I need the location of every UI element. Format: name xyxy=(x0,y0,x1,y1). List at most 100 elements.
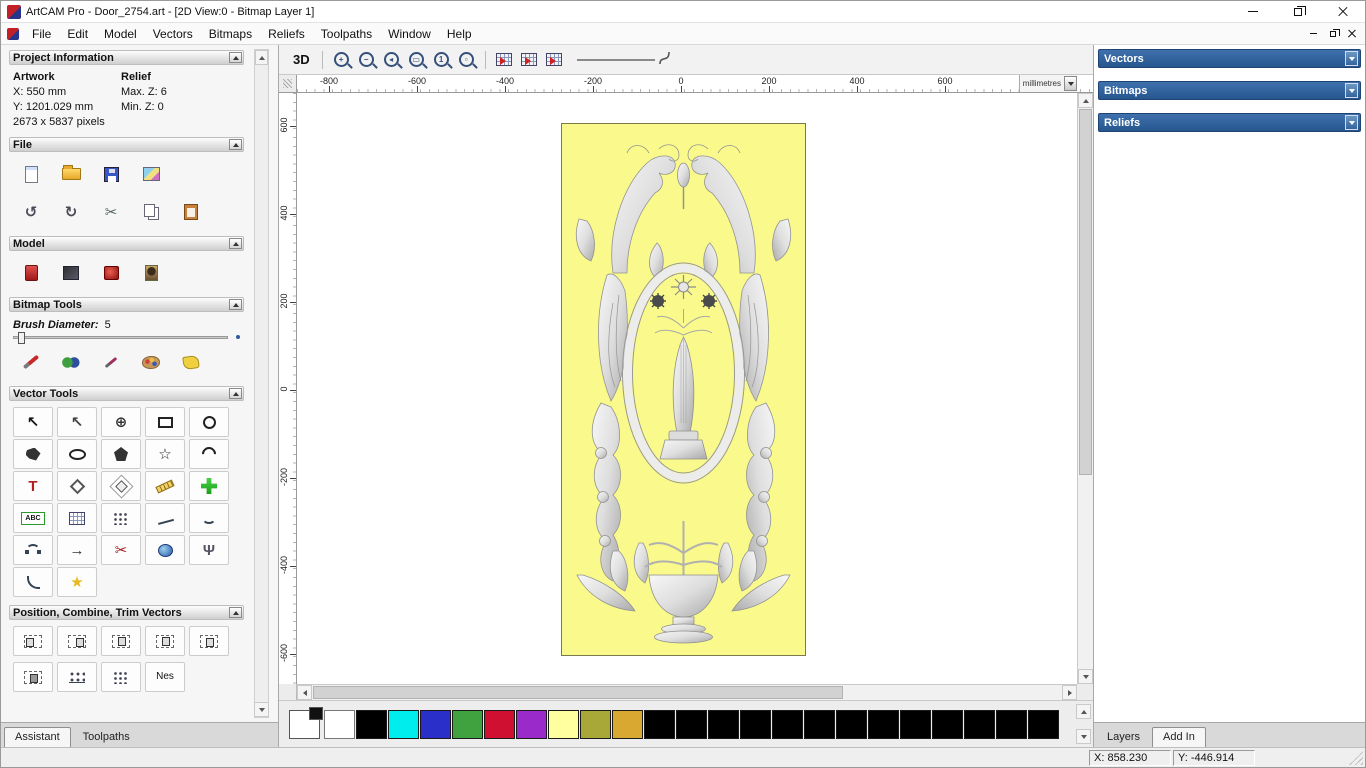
brush-diameter-slider[interactable] xyxy=(13,331,240,344)
preview-relief-layer-icon[interactable] xyxy=(543,48,566,72)
palette-swatch-20[interactable] xyxy=(964,709,995,739)
tab-toolpaths[interactable]: Toolpaths xyxy=(73,728,140,747)
flood-fill-icon[interactable] xyxy=(173,346,209,378)
zoom-window-icon[interactable]: ▭ xyxy=(405,48,428,72)
palette-swatch-13[interactable] xyxy=(740,709,771,739)
close-button[interactable] xyxy=(1320,1,1365,22)
palette-swatch-17[interactable] xyxy=(868,709,899,739)
vertical-scrollbar[interactable] xyxy=(1077,93,1093,684)
menu-item-file[interactable]: File xyxy=(24,24,59,44)
palette-swatch-18[interactable] xyxy=(900,709,931,739)
palette-swatch-10[interactable] xyxy=(644,709,675,739)
palette-swatch-11[interactable] xyxy=(676,709,707,739)
create-text-icon[interactable]: T xyxy=(13,471,53,501)
text-on-curve-icon[interactable] xyxy=(57,471,97,501)
measure-tool-icon[interactable] xyxy=(145,471,185,501)
palette-swatch-22[interactable] xyxy=(1028,709,1059,739)
scroll-down-icon[interactable] xyxy=(1078,669,1093,684)
toggle-vector-view-icon[interactable] xyxy=(518,48,541,72)
tab-layers[interactable]: Layers xyxy=(1097,728,1150,747)
node-editing-icon[interactable]: ↖ xyxy=(57,407,97,437)
align-top-icon[interactable] xyxy=(101,626,141,656)
collapse-section-icon[interactable] xyxy=(229,238,242,249)
colour-palette-icon[interactable] xyxy=(133,346,169,378)
palette-swatch-12[interactable] xyxy=(708,709,739,739)
slider-handle[interactable] xyxy=(18,331,25,344)
offset-vector-icon[interactable] xyxy=(101,471,141,501)
collapse-section-icon[interactable] xyxy=(229,139,242,150)
menu-item-window[interactable]: Window xyxy=(380,24,439,44)
zoom-out-icon[interactable]: − xyxy=(355,48,378,72)
zoom-in-icon[interactable]: + xyxy=(330,48,353,72)
vectors-dropdown-icon[interactable] xyxy=(1345,51,1358,66)
scroll-up-icon[interactable] xyxy=(255,50,268,65)
tab-add-in[interactable]: Add In xyxy=(1152,727,1206,747)
menu-item-model[interactable]: Model xyxy=(96,24,145,44)
assistant-scrollbar[interactable] xyxy=(254,49,269,718)
palette-swatch-2[interactable] xyxy=(388,709,419,739)
menu-item-toolpaths[interactable]: Toolpaths xyxy=(313,24,380,44)
vector-tools-header[interactable]: Vector Tools xyxy=(9,386,244,401)
create-arc-icon[interactable] xyxy=(189,439,229,469)
join-vectors-icon[interactable] xyxy=(13,535,53,565)
create-freeform-icon[interactable] xyxy=(13,439,53,469)
new-model-icon[interactable] xyxy=(13,158,49,190)
block-nest-icon[interactable] xyxy=(101,662,141,692)
vector-profile-icon[interactable]: Ψ xyxy=(189,535,229,565)
create-circle-icon[interactable] xyxy=(189,407,229,437)
palette-swatch-21[interactable] xyxy=(996,709,1027,739)
scroll-down-icon[interactable] xyxy=(1076,729,1091,744)
align-right-icon[interactable] xyxy=(57,626,97,656)
minimize-button[interactable] xyxy=(1230,1,1275,22)
palette-swatch-14[interactable] xyxy=(772,709,803,739)
menu-item-bitmaps[interactable]: Bitmaps xyxy=(201,24,260,44)
create-ellipse-icon[interactable] xyxy=(57,439,97,469)
set-model-size-icon[interactable] xyxy=(13,257,49,289)
palette-swatch-16[interactable] xyxy=(836,709,867,739)
palette-swatch-19[interactable] xyxy=(932,709,963,739)
cut-icon[interactable]: ✂ xyxy=(93,196,129,228)
paste-along-curve-icon[interactable] xyxy=(57,662,97,692)
bitmap-contrast-slider[interactable] xyxy=(576,58,655,61)
vectors-layer-bar[interactable]: Vectors xyxy=(1098,49,1361,68)
palette-swatch-8[interactable] xyxy=(580,709,611,739)
horizontal-scroll-thumb[interactable] xyxy=(313,686,844,699)
scroll-right-icon[interactable] xyxy=(1062,685,1077,700)
palette-swatch-4[interactable] xyxy=(452,709,483,739)
vector-text-icon[interactable]: ABC xyxy=(13,503,53,533)
fillet-vectors-icon[interactable] xyxy=(13,567,53,597)
palette-swatch-3[interactable] xyxy=(420,709,451,739)
restore-button[interactable] xyxy=(1275,1,1320,22)
centre-in-page-icon[interactable] xyxy=(13,662,53,692)
scroll-up-icon[interactable] xyxy=(1078,93,1093,108)
scroll-left-icon[interactable] xyxy=(297,685,312,700)
magic-wand-icon[interactable]: ★ xyxy=(57,567,97,597)
file-section-header[interactable]: File xyxy=(9,137,244,152)
switch-3d-view-button[interactable]: 3D xyxy=(288,48,315,72)
open-file-icon[interactable] xyxy=(53,158,89,190)
palette-swatch-0[interactable] xyxy=(324,709,355,739)
resize-grip[interactable] xyxy=(1349,750,1363,765)
extrude-vector-icon[interactable] xyxy=(145,535,185,565)
2d-view-canvas[interactable] xyxy=(297,93,1077,684)
close-vector-icon[interactable]: → xyxy=(57,535,97,565)
toggle-bitmap-view-icon[interactable] xyxy=(493,48,516,72)
bitmaps-layer-bar[interactable]: Bitmaps xyxy=(1098,81,1361,100)
copy-icon[interactable] xyxy=(133,196,169,228)
position-combine-trim-header[interactable]: Position, Combine, Trim Vectors xyxy=(9,605,244,620)
create-rectangle-icon[interactable] xyxy=(145,407,185,437)
tab-assistant[interactable]: Assistant xyxy=(4,727,71,747)
fit-polyline-icon[interactable] xyxy=(145,503,185,533)
undo-icon[interactable]: ↺ xyxy=(13,196,49,228)
zoom-1to1-icon[interactable]: 1 xyxy=(430,48,453,72)
palette-swatch-15[interactable] xyxy=(804,709,835,739)
menu-item-reliefs[interactable]: Reliefs xyxy=(260,24,313,44)
align-centre-icon[interactable] xyxy=(189,626,229,656)
colour-blend-icon[interactable] xyxy=(53,346,89,378)
align-bottom-icon[interactable] xyxy=(145,626,185,656)
align-left-icon[interactable] xyxy=(13,626,53,656)
scroll-down-icon[interactable] xyxy=(254,702,269,717)
project-information-header[interactable]: Project Information xyxy=(9,50,244,65)
bitmap-to-vector-icon[interactable] xyxy=(57,503,97,533)
palette-scrollbar[interactable] xyxy=(1076,704,1091,744)
